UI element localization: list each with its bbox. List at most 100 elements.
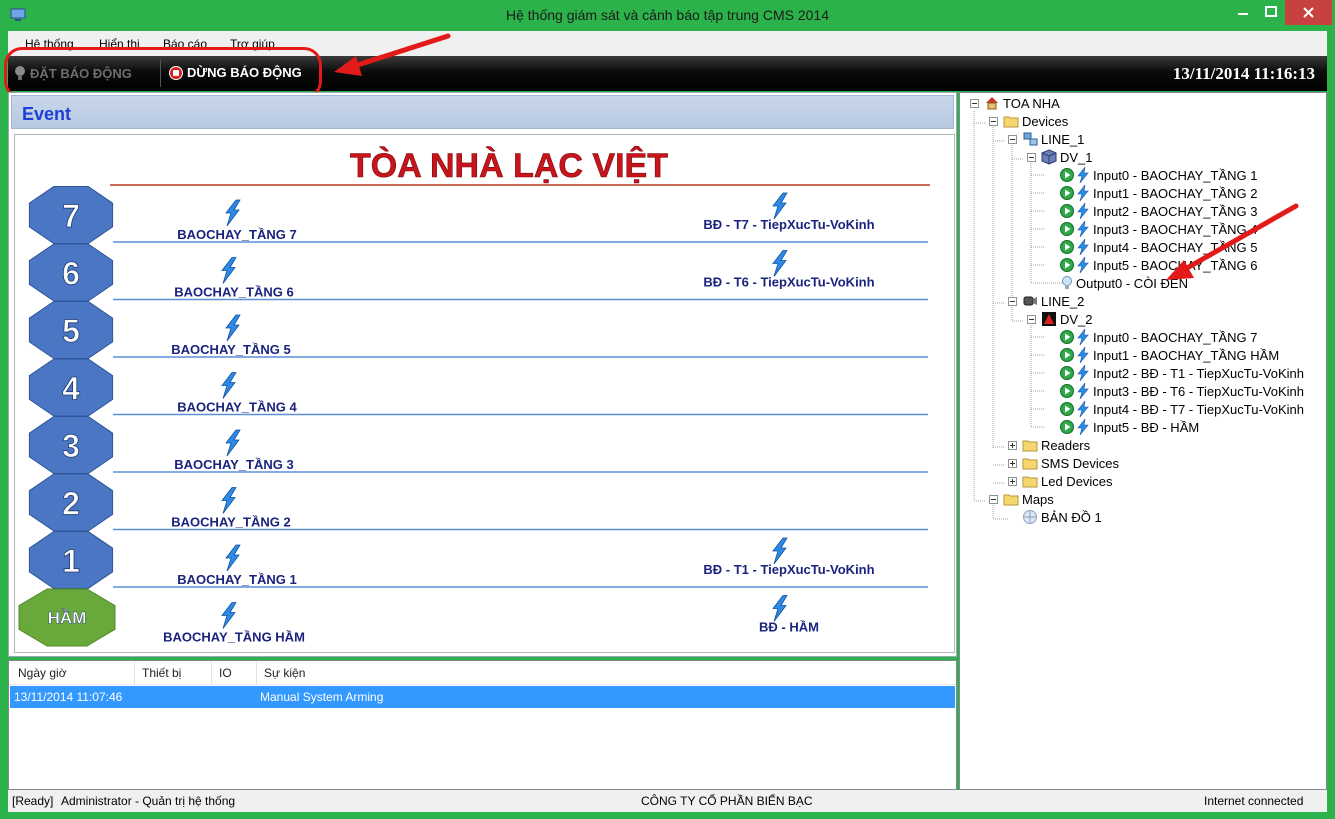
network-icon (1023, 132, 1038, 146)
floor-badge-label: HẦM (48, 609, 87, 628)
events-grid: Ngày giờ Thiết bị IO Sự kiện 13/11/2014 … (8, 660, 957, 790)
floor-badge-label: 5 (62, 313, 80, 349)
tree-label-led: Led Devices (1041, 473, 1113, 489)
zone-sensor-icon[interactable] (221, 602, 237, 629)
contact-sensor-icon[interactable] (772, 595, 788, 622)
zone-sensor-icon[interactable] (225, 544, 241, 572)
tree-node-input[interactable]: Input2 - BAOCHAY_TẦNG 3 (1060, 202, 1258, 220)
tree-node-input[interactable]: Input3 - BĐ - T6 - TiepXucTu-VoKinh (1060, 382, 1304, 400)
status-company: CÔNG TY CỔ PHẦN BIỂN BẠC (641, 794, 813, 808)
tree-label-sms: SMS Devices (1041, 455, 1120, 471)
zone-sensor-icon[interactable] (221, 372, 237, 399)
col-event[interactable]: Sự kiện (264, 666, 305, 680)
tree-node-devices[interactable]: Devices (1003, 112, 1068, 130)
tree-node-led[interactable]: Led Devices (1022, 472, 1113, 490)
event-panel: Event TÒA NHÀ LẠC VIỆT 7 BAOCHAY_TẦNG 7 BĐ… (8, 92, 957, 657)
table-row[interactable]: 13/11/2014 11:07:46 Manual System Arming (10, 686, 955, 708)
status-user: Administrator - Quản trị hệ thống (61, 794, 236, 808)
tree-node-dv1[interactable]: DV_1 (1041, 148, 1093, 166)
tree-node-output[interactable]: Output0 - CÒI ĐÈN (1061, 274, 1188, 292)
expander-led[interactable] (1008, 477, 1017, 486)
green-play-icon (1060, 258, 1074, 272)
tree-label-input: Input3 - BĐ - T6 - TiepXucTu-VoKinh (1093, 383, 1304, 399)
expander-root[interactable] (970, 99, 979, 108)
title-bar[interactable]: Hệ thống giám sát và cảnh báo tập trung … (0, 0, 1335, 31)
tree-label-input: Input2 - BAOCHAY_TẦNG 3 (1093, 203, 1258, 219)
green-play-icon (1060, 330, 1074, 344)
cell-event: Manual System Arming (260, 690, 384, 704)
folder-icon (1003, 116, 1019, 128)
tree-node-line1[interactable]: LINE_1 (1022, 130, 1084, 148)
expander-dv1[interactable] (1027, 153, 1036, 162)
col-divider[interactable] (256, 661, 257, 685)
maximize-icon (1265, 6, 1277, 17)
floor-badge-label: 6 (62, 256, 80, 292)
contact-label: BĐ - T6 - TiepXucTu-VoKinh (703, 275, 874, 290)
maximize-button[interactable] (1257, 0, 1285, 25)
tree-node-input[interactable]: Input2 - BĐ - T1 - TiepXucTu-VoKinh (1060, 364, 1304, 382)
minimize-icon (1238, 13, 1248, 15)
tree-node-map1[interactable]: BẢN ĐỒ 1 (1022, 508, 1102, 526)
col-io[interactable]: IO (219, 666, 232, 680)
expander-line2[interactable] (1008, 297, 1017, 306)
green-play-icon (1060, 384, 1074, 398)
status-bar: [Ready] Administrator - Quản trị hệ thốn… (8, 790, 1327, 812)
tree-node-input[interactable]: Input5 - BĐ - HẦM (1060, 418, 1199, 436)
folder-icon (1022, 440, 1038, 452)
green-play-icon (1060, 420, 1074, 434)
tree-node-readers[interactable]: Readers (1022, 436, 1090, 454)
zone-sensor-icon[interactable] (225, 429, 241, 457)
zone-sensor-icon[interactable] (221, 257, 237, 284)
tree-node-input[interactable]: Input5 - BAOCHAY_TẦNG 6 (1060, 256, 1258, 274)
status-ready: [Ready] (12, 794, 54, 808)
tree-node-input[interactable]: Input3 - BAOCHAY_TẦNG 4 (1060, 220, 1258, 238)
zone-label: BAOCHAY_TẦNG 4 (177, 400, 297, 415)
tree-node-line2[interactable]: LINE_2 (1022, 292, 1084, 310)
tree-node-dv2[interactable]: DV_2 (1041, 310, 1093, 328)
expander-readers[interactable] (1008, 441, 1017, 450)
tree-node-input[interactable]: Input4 - BAOCHAY_TẦNG 5 (1060, 238, 1258, 256)
close-button[interactable] (1285, 0, 1332, 25)
folder-icon (1022, 476, 1038, 488)
zone-sensor-icon[interactable] (221, 487, 237, 514)
tree-node-input[interactable]: Input4 - BĐ - T7 - TiepXucTu-VoKinh (1060, 400, 1304, 418)
house-icon (986, 97, 998, 110)
contact-sensor-icon[interactable] (772, 192, 788, 220)
tree-node-root[interactable]: TOA NHA (984, 94, 1060, 112)
tree-node-maps[interactable]: Maps (1003, 490, 1054, 508)
lightning-bolt-icon (1077, 239, 1089, 255)
tree-node-sms[interactable]: SMS Devices (1022, 454, 1119, 472)
lightning-bolt-icon (1077, 383, 1089, 399)
camera-icon (1023, 296, 1037, 306)
col-device[interactable]: Thiết bị (142, 666, 181, 680)
tree-label-input: Input4 - BĐ - T7 - TiepXucTu-VoKinh (1093, 401, 1304, 417)
tree-node-input[interactable]: Input0 - BAOCHAY_TẦNG 7 (1060, 328, 1258, 346)
lightning-bolt-icon (1077, 203, 1089, 219)
lightning-bolt-icon (1077, 185, 1089, 201)
contact-sensor-icon[interactable] (772, 537, 788, 565)
minimize-button[interactable] (1229, 0, 1257, 25)
zone-sensor-icon[interactable] (225, 199, 241, 227)
folder-icon (1003, 494, 1019, 506)
tree-label-input: Input5 - BAOCHAY_TẦNG 6 (1093, 257, 1258, 273)
contact-sensor-icon[interactable] (772, 250, 788, 277)
expander-sms[interactable] (1008, 459, 1017, 468)
zone-label: BAOCHAY_TẦNG 7 (177, 227, 296, 242)
lightning-bolt-icon (1077, 419, 1089, 435)
tree-label-output: Output0 - CÒI ĐÈN (1076, 275, 1188, 291)
tree-node-input[interactable]: Input0 - BAOCHAY_TẦNG 1 (1060, 166, 1258, 184)
window-title: Hệ thống giám sát và cảnh báo tập trung … (506, 7, 829, 23)
tree-node-input[interactable]: Input1 - BAOCHAY_TẦNG HẦM (1060, 346, 1279, 364)
expander-devices[interactable] (989, 117, 998, 126)
col-datetime[interactable]: Ngày giờ (18, 666, 67, 680)
light-bulb-icon (1062, 276, 1072, 289)
expander-dv2[interactable] (1027, 315, 1036, 324)
col-divider[interactable] (211, 661, 212, 685)
contact-label: BĐ - HẦM (759, 620, 819, 635)
expander-maps[interactable] (989, 495, 998, 504)
col-divider[interactable] (134, 661, 135, 685)
close-icon (1303, 7, 1314, 18)
expander-line1[interactable] (1008, 135, 1017, 144)
zone-sensor-icon[interactable] (225, 314, 241, 342)
tree-node-input[interactable]: Input1 - BAOCHAY_TẦNG 2 (1060, 184, 1258, 202)
